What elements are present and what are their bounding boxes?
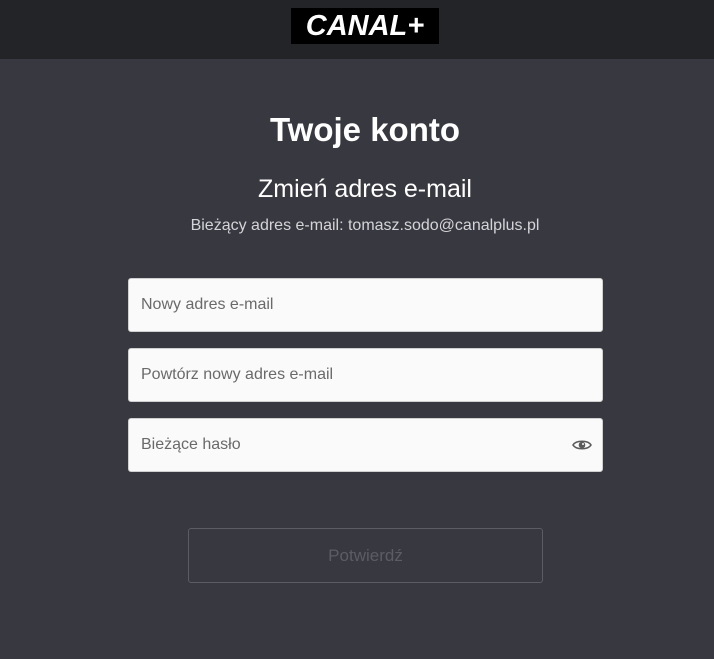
new-email-field[interactable] (129, 279, 602, 331)
confirm-button[interactable]: Potwierdź (188, 528, 543, 583)
logo-plus: + (407, 10, 425, 42)
top-header: CANAL+ (0, 0, 714, 59)
repeat-email-field-wrapper (128, 348, 603, 402)
logo-text: CANAL (305, 10, 408, 42)
new-email-field-wrapper (128, 278, 603, 332)
page-title: Twoje konto (269, 111, 461, 148)
canal-plus-logo[interactable]: CANAL+ (291, 8, 439, 44)
current-email-text: Bieżący adres e-mail: tomasz.sodo@canalp… (190, 217, 540, 234)
current-password-field[interactable] (129, 419, 602, 471)
section-title: Zmień adres e-mail (258, 175, 472, 203)
eye-icon[interactable] (572, 437, 592, 453)
repeat-email-field[interactable] (129, 349, 602, 401)
account-main: Twoje konto Zmień adres e-mail Bieżący a… (0, 59, 714, 659)
password-field-wrapper (128, 418, 603, 472)
